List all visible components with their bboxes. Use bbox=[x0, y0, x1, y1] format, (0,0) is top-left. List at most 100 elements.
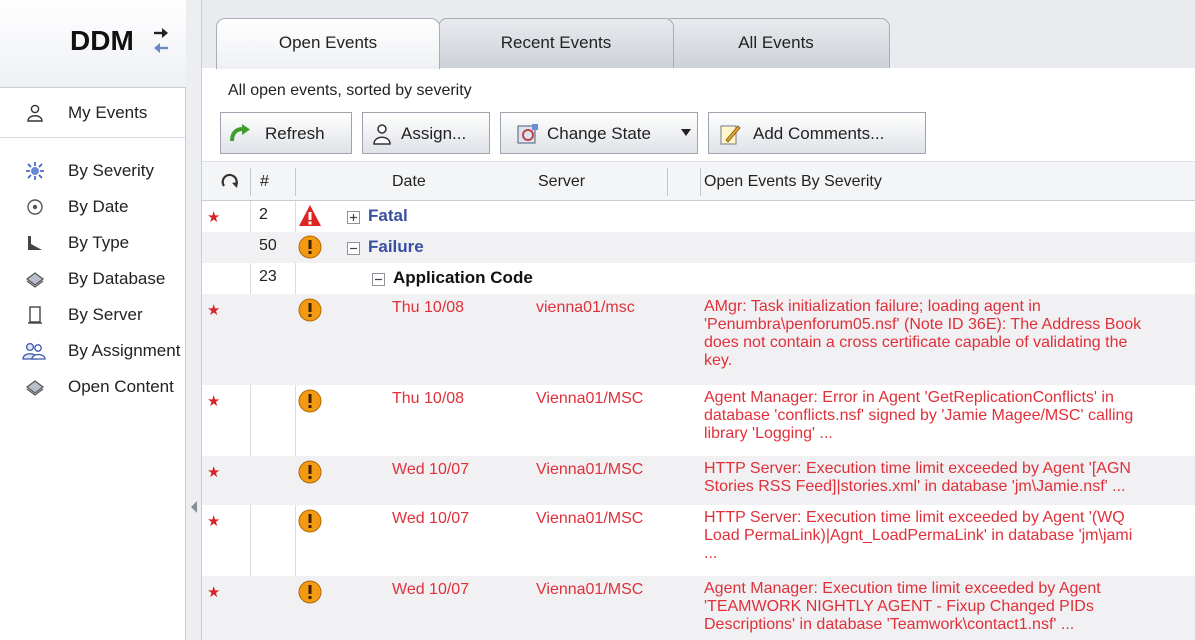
event-message: Agent Manager: Error in Agent 'GetReplic… bbox=[704, 389, 1134, 442]
column-date[interactable]: Date bbox=[392, 173, 426, 191]
event-server: Vienna01/MSC bbox=[536, 581, 644, 598]
sidebar-item-label: Open Content bbox=[68, 377, 174, 396]
person-icon bbox=[27, 104, 43, 122]
star-icon[interactable]: ★ bbox=[207, 463, 220, 481]
refresh-column-icon[interactable] bbox=[220, 172, 240, 192]
refresh-button[interactable]: Refresh bbox=[220, 112, 352, 154]
refresh-label: Refresh bbox=[265, 124, 325, 143]
sidebar-item-label: By Assignment bbox=[68, 341, 181, 360]
tab-bar: All Events Recent Events Open Events bbox=[202, 0, 1195, 69]
column-separator bbox=[295, 168, 296, 196]
add-comments-button[interactable]: Add Comments... bbox=[708, 112, 926, 154]
my-events-item[interactable]: My Events bbox=[0, 88, 186, 138]
star-icon[interactable]: ★ bbox=[207, 208, 220, 226]
tab-label: Open Events bbox=[278, 33, 378, 52]
column-separator bbox=[250, 168, 251, 196]
view-description: All open events, sorted by severity bbox=[228, 82, 472, 99]
star-icon[interactable]: ★ bbox=[207, 301, 220, 319]
tab-open-events[interactable]: Open Events bbox=[216, 18, 440, 69]
collapse-icon[interactable] bbox=[347, 242, 360, 255]
group-row-fatal[interactable]: ★ 2 Fatal bbox=[202, 201, 1195, 232]
sidebar-item-by-severity[interactable]: By Severity bbox=[0, 153, 186, 189]
toolbar: Refresh Assign... Change State Add Comme… bbox=[202, 112, 1195, 158]
event-message: Agent Manager: Execution time limit exce… bbox=[704, 580, 1101, 633]
tab-label: Recent Events bbox=[500, 33, 612, 52]
group-label: Failure bbox=[368, 237, 424, 256]
star-icon[interactable]: ★ bbox=[207, 583, 220, 601]
sidebar-item-label: By Server bbox=[68, 305, 143, 324]
change-state-icon bbox=[517, 124, 538, 144]
sidebar-item-by-date[interactable]: By Date bbox=[0, 189, 186, 225]
column-separator bbox=[700, 168, 701, 196]
column-separator bbox=[667, 168, 668, 196]
change-state-label: Change State bbox=[547, 124, 651, 143]
sidebar-item-by-type[interactable]: By Type bbox=[0, 225, 186, 261]
column-category[interactable]: Open Events By Severity bbox=[704, 173, 882, 191]
sidebar-item-by-server[interactable]: By Server bbox=[0, 297, 186, 333]
sidebar-item-label: By Severity bbox=[68, 161, 154, 180]
sidebar-item-label: By Type bbox=[68, 233, 130, 252]
event-message: HTTP Server: Execution time limit exceed… bbox=[704, 460, 1131, 495]
star-icon[interactable]: ★ bbox=[207, 512, 220, 530]
group-count: 50 bbox=[259, 237, 277, 254]
pane-splitter[interactable] bbox=[186, 0, 202, 640]
main-pane: All Events Recent Events Open Events All… bbox=[202, 0, 1195, 640]
event-message: HTTP Server: Execution time limit exceed… bbox=[704, 509, 1133, 562]
event-server: Vienna01/MSC bbox=[536, 461, 644, 478]
event-row[interactable]: ★ Thu 10/08 Vienna01/MSC Agent Manager: … bbox=[202, 385, 1195, 456]
sidebar-item-by-database[interactable]: By Database bbox=[0, 261, 186, 297]
sidebar-item-open-content[interactable]: Open Content bbox=[0, 369, 186, 405]
warning-icon bbox=[298, 235, 322, 259]
edit-comment-icon bbox=[720, 125, 741, 145]
group-row-application-code[interactable]: 23 Application Code bbox=[202, 263, 1195, 294]
events-table: ★ 2 Fatal 50 Failure 23 Application Code… bbox=[202, 201, 1195, 640]
event-date: Thu 10/08 bbox=[392, 390, 465, 407]
group-count: 2 bbox=[259, 206, 268, 223]
assignment-icon bbox=[22, 342, 46, 360]
event-server: Vienna01/MSC bbox=[536, 390, 644, 407]
dropdown-arrow-icon bbox=[681, 129, 691, 136]
tab-recent-events[interactable]: Recent Events bbox=[438, 18, 674, 68]
tab-label: All Events bbox=[738, 33, 814, 52]
event-row[interactable]: ★ Wed 10/07 Vienna01/MSC Agent Manager: … bbox=[202, 576, 1195, 640]
navigation-pane: DDM My Events By Severity By Date By Typ… bbox=[0, 0, 186, 640]
tab-all-events[interactable]: All Events bbox=[662, 18, 890, 68]
sidebar-item-label: By Database bbox=[68, 269, 166, 288]
group-row-failure[interactable]: 50 Failure bbox=[202, 232, 1195, 263]
group-label: Fatal bbox=[368, 206, 408, 225]
assign-button[interactable]: Assign... bbox=[362, 112, 490, 154]
event-row[interactable]: ★ Wed 10/07 Vienna01/MSC HTTP Server: Ex… bbox=[202, 456, 1195, 505]
date-icon bbox=[27, 199, 43, 215]
event-date: Wed 10/07 bbox=[392, 581, 470, 598]
person-icon bbox=[373, 124, 391, 145]
column-number[interactable]: # bbox=[260, 173, 269, 191]
collapse-arrow-icon[interactable] bbox=[190, 500, 198, 514]
column-server[interactable]: Server bbox=[538, 173, 585, 191]
severity-icon bbox=[26, 162, 44, 180]
change-state-dropdown[interactable]: Change State bbox=[500, 112, 698, 154]
event-row[interactable]: ★ Thu 10/08 vienna01/msc AMgr: Task init… bbox=[202, 294, 1195, 385]
group-label: Application Code bbox=[393, 268, 533, 287]
event-server: Vienna01/MSC bbox=[536, 510, 644, 527]
event-date: Thu 10/08 bbox=[392, 299, 465, 316]
add-comments-label: Add Comments... bbox=[753, 124, 885, 143]
swap-arrows-icon[interactable] bbox=[150, 24, 172, 58]
event-row[interactable]: ★ Wed 10/07 Vienna01/MSC HTTP Server: Ex… bbox=[202, 505, 1195, 576]
server-icon bbox=[28, 306, 42, 324]
content-icon bbox=[26, 380, 44, 396]
warning-icon bbox=[298, 298, 322, 322]
app-title: DDM bbox=[70, 25, 134, 56]
assign-label: Assign... bbox=[401, 124, 467, 143]
column-header: # Date Server Open Events By Severity bbox=[202, 161, 1195, 201]
event-message: AMgr: Task initialization failure; loadi… bbox=[704, 298, 1142, 369]
events-panel: All open events, sorted by severity Refr… bbox=[202, 68, 1195, 640]
refresh-icon bbox=[230, 124, 250, 142]
type-icon bbox=[28, 236, 42, 250]
brand-header: DDM bbox=[0, 0, 186, 88]
star-icon[interactable]: ★ bbox=[207, 392, 220, 410]
sidebar-item-by-assignment[interactable]: By Assignment bbox=[0, 333, 186, 369]
collapse-icon[interactable] bbox=[372, 273, 385, 286]
event-date: Wed 10/07 bbox=[392, 461, 470, 478]
my-events-label: My Events bbox=[68, 103, 148, 122]
expand-icon[interactable] bbox=[347, 211, 360, 224]
